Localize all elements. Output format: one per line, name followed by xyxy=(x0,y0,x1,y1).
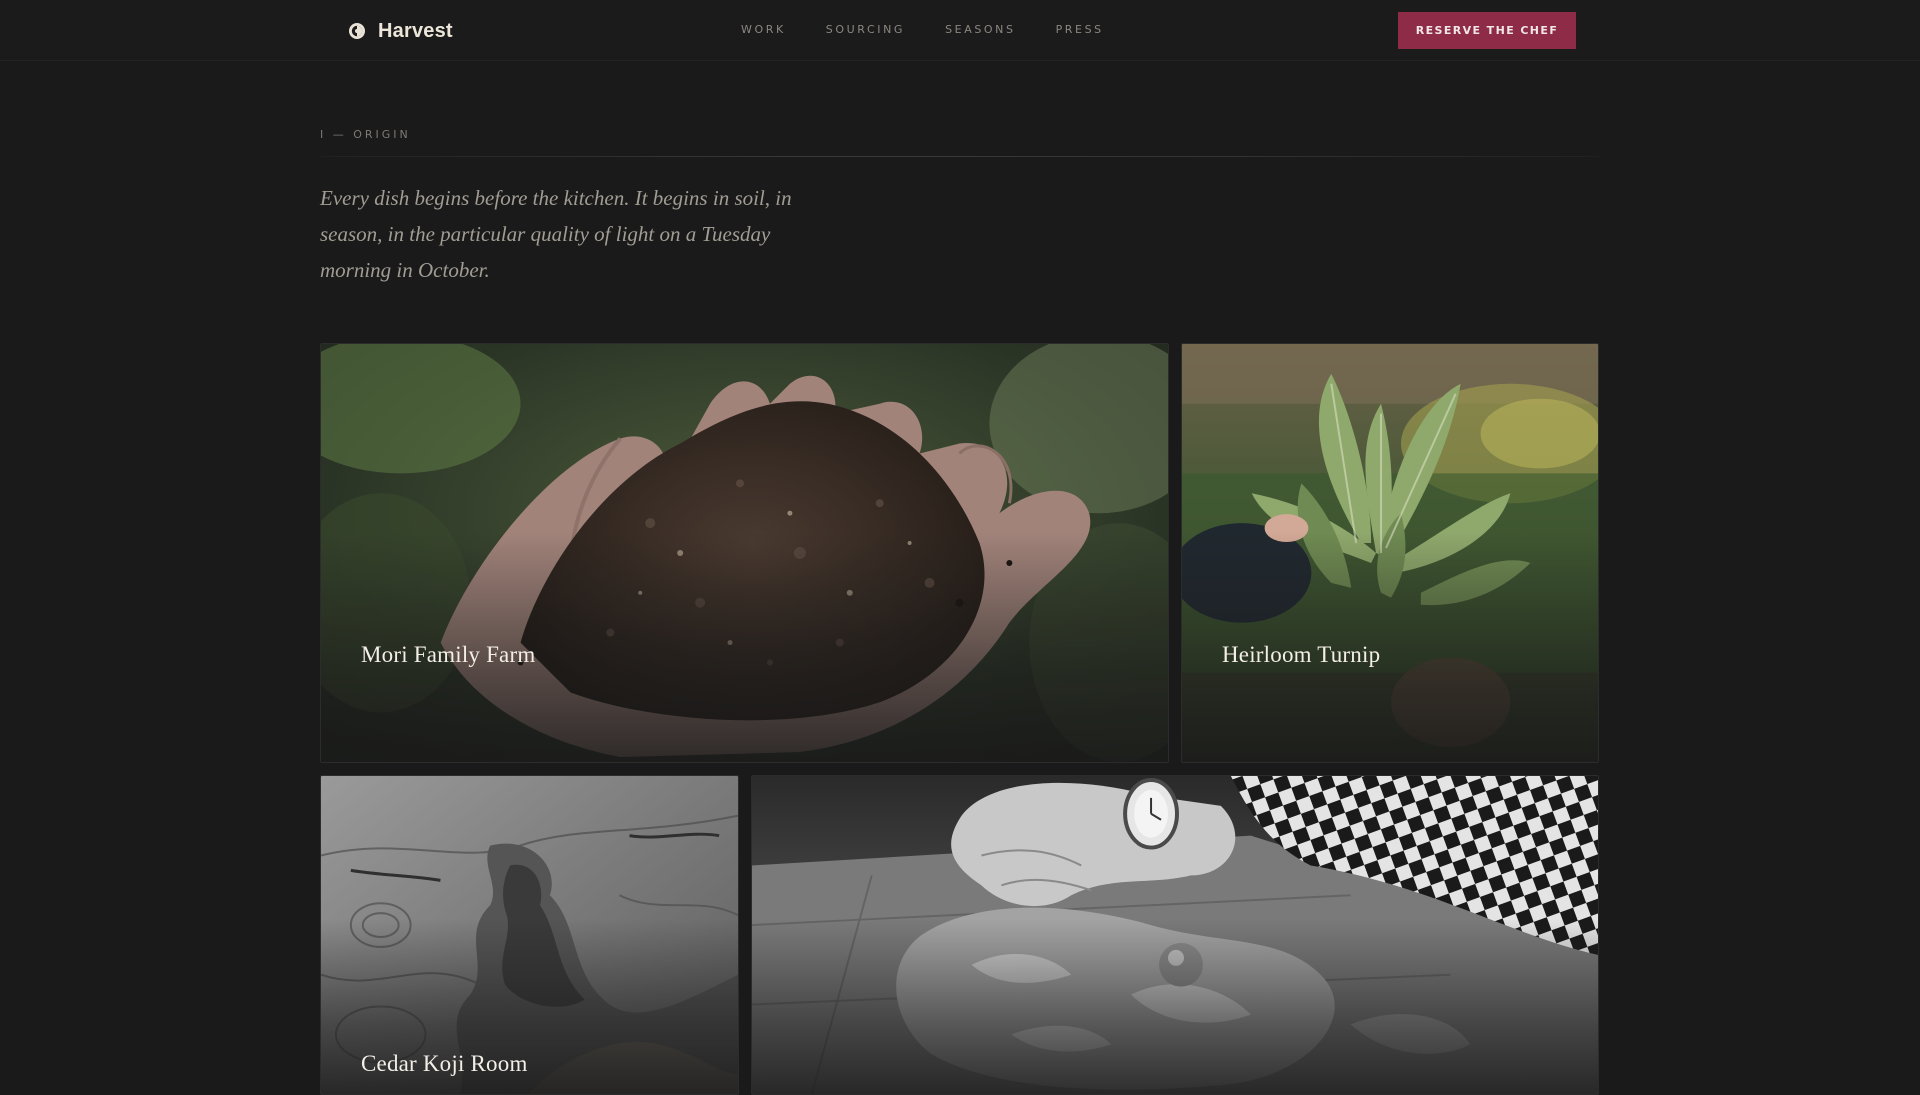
nav-link-sourcing[interactable]: SOURCING xyxy=(826,21,905,39)
nav-link-seasons[interactable]: SEASONS xyxy=(945,21,1016,39)
card-heirloom-turnip[interactable]: Heirloom Turnip xyxy=(1181,343,1599,763)
brand-name: Harvest xyxy=(378,19,453,42)
nav-link-work[interactable]: WORK xyxy=(741,21,786,39)
brand-logo-link[interactable]: Harvest xyxy=(348,18,453,44)
section-eyebrow: I — ORIGIN xyxy=(320,128,411,141)
site-header: Harvest WORK SOURCING SEASONS PRESS RESE… xyxy=(0,0,1920,61)
card-title: Cedar Koji Room xyxy=(361,1051,528,1076)
card-title: Mori Family Farm xyxy=(361,642,536,667)
card-title: Heirloom Turnip xyxy=(1222,642,1381,667)
main-nav: WORK SOURCING SEASONS PRESS xyxy=(741,21,1104,39)
brand-sun-icon xyxy=(349,23,365,39)
intro-lede: Every dish begins before the kitchen. It… xyxy=(320,186,792,282)
card-mori-family-farm[interactable]: Mori Family Farm xyxy=(320,343,1169,763)
card-cedar-koji-room[interactable]: Cedar Koji Room xyxy=(320,775,739,1095)
card-butchery[interactable] xyxy=(751,775,1599,1095)
nav-link-press[interactable]: PRESS xyxy=(1056,21,1104,39)
section-divider xyxy=(320,156,1600,157)
reserve-chef-button[interactable]: RESERVE THE CHEF xyxy=(1398,12,1576,49)
